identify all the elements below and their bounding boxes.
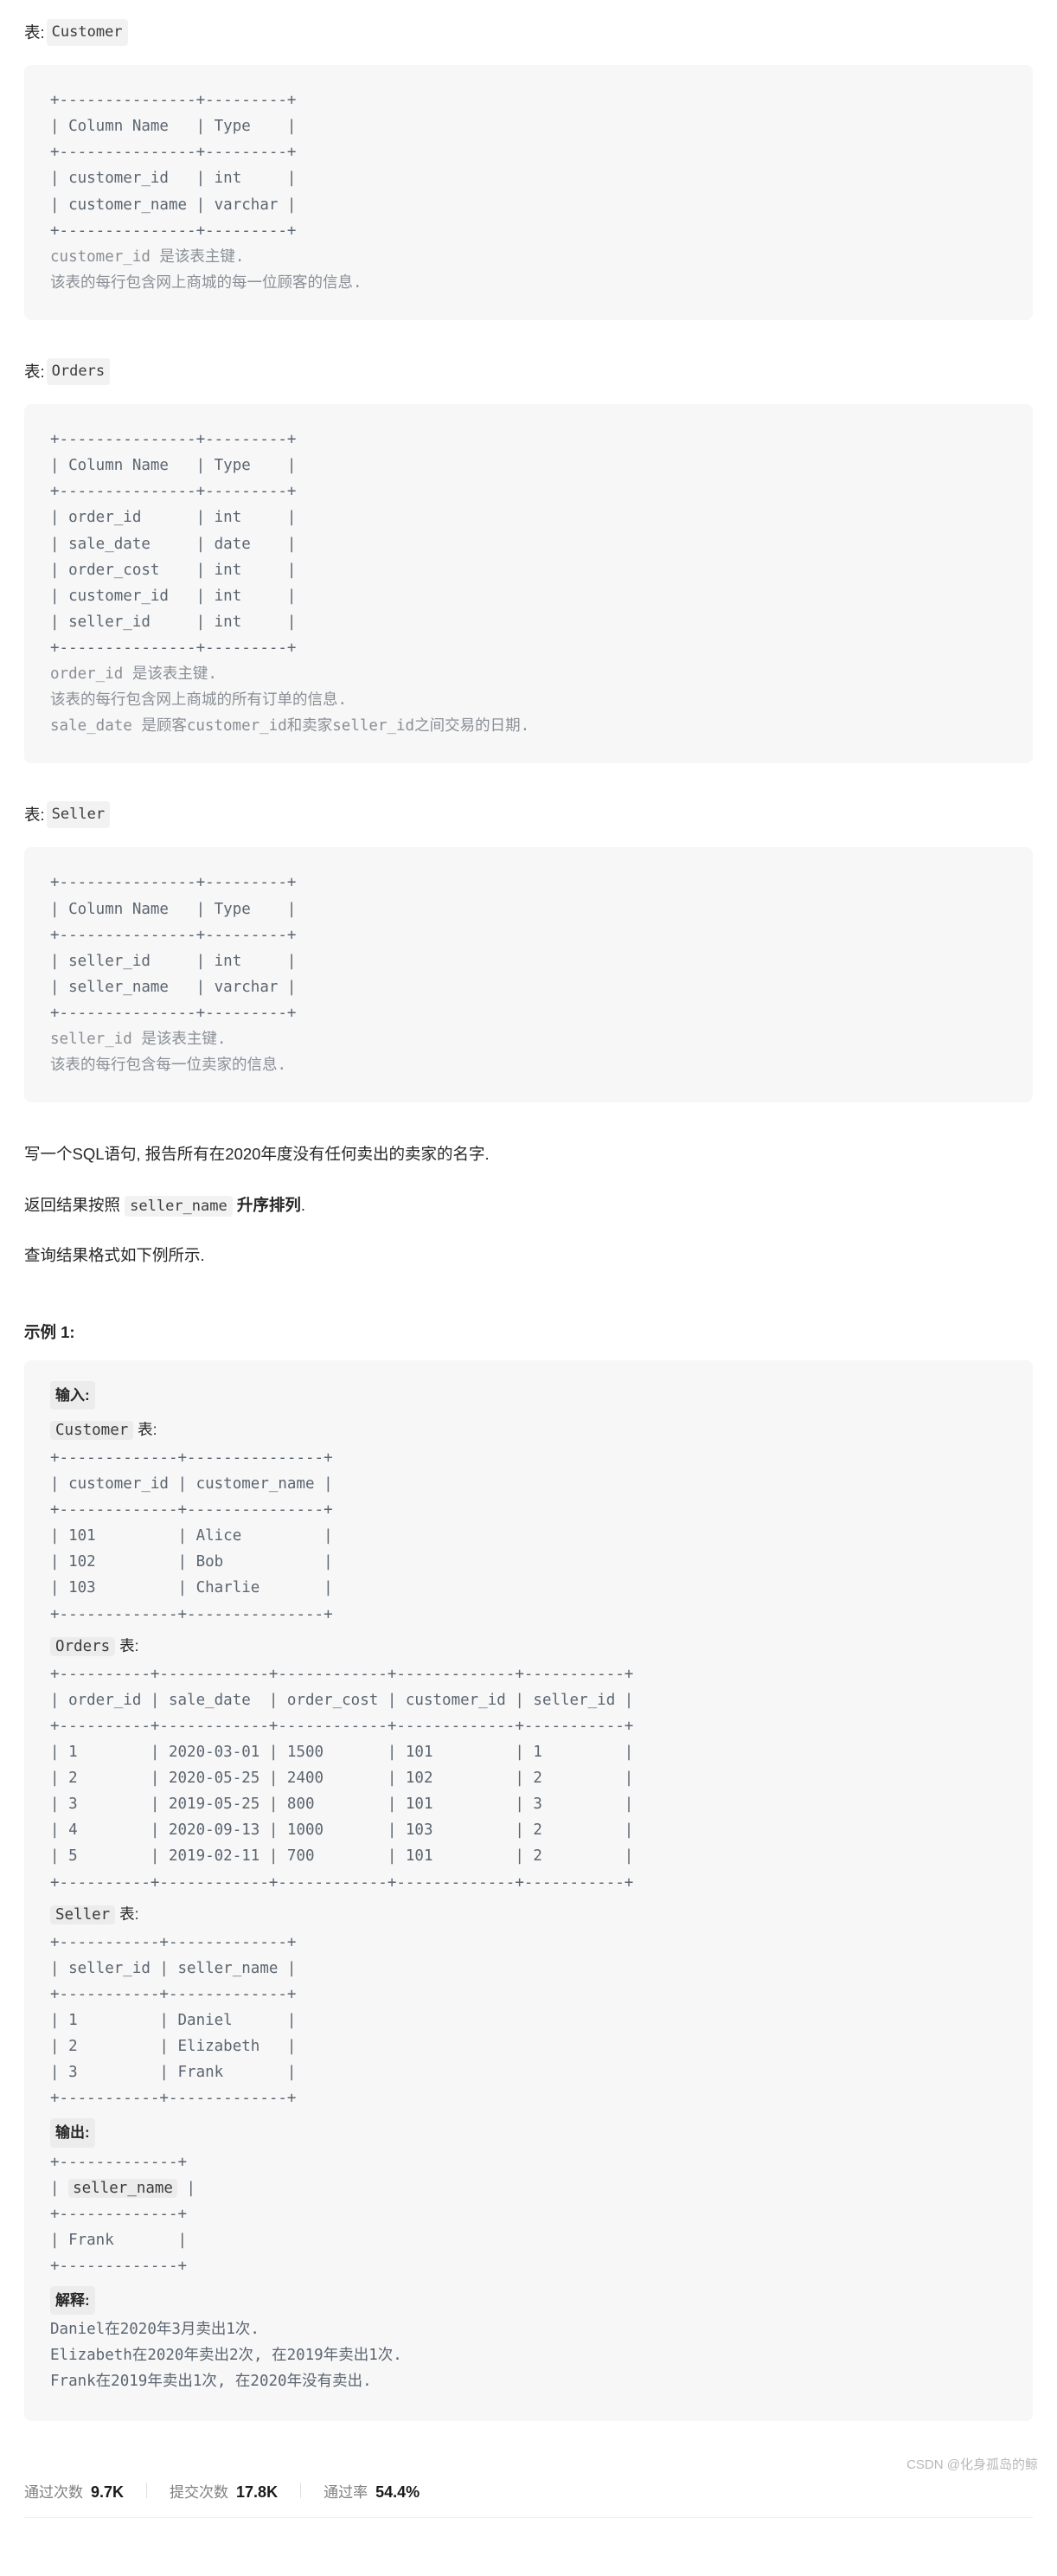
example-seller-table-line: Seller 表: <box>50 1901 1007 1928</box>
example-orders-ascii: +----------+------------+------------+--… <box>50 1665 634 1892</box>
table-caption-seller: 表: Seller <box>24 801 1033 829</box>
example-output-label-row: 输出: <box>50 2118 1007 2149</box>
table-caption-colon-seller: : <box>40 806 45 825</box>
table-caption-customer: 表: Customer <box>24 19 1033 47</box>
example-explain-label-row: 解释: <box>50 2286 1007 2316</box>
schema-block-seller: +---------------+---------+ | Column Nam… <box>24 847 1033 1103</box>
schema-ascii-orders: +---------------+---------+ | Column Nam… <box>50 431 297 657</box>
order-note-suffix: . <box>300 1195 306 1214</box>
example-seller-table-suffix: 表: <box>115 1905 139 1923</box>
table-caption-prefix-customer: 表 <box>24 22 41 42</box>
stat-divider-2 <box>300 2483 302 2499</box>
stat-acceptance-rate: 通过率 54.4% <box>324 2480 420 2502</box>
output-header-pre: | <box>50 2179 69 2197</box>
table-caption-colon-orders: : <box>40 362 45 381</box>
stat-accepted: 通过次数 9.7K <box>24 2480 124 2502</box>
table-caption-colon-customer: : <box>40 22 45 42</box>
table-name-seller: Seller <box>46 801 111 829</box>
example-block: 输入: Customer 表: +-------------+---------… <box>24 1359 1033 2421</box>
schema-notes-orders: order_id 是该表主键. 该表的每行包含网上商城的所有订单的信息. sal… <box>50 665 530 736</box>
problem-content: 表: Customer +---------------+---------+ … <box>0 0 1057 2421</box>
example-input-label: 输入: <box>50 1380 95 1410</box>
stat-submissions-label: 提交次数 <box>170 2483 229 2501</box>
schema-block-orders: +---------------+---------+ | Column Nam… <box>24 404 1033 764</box>
stat-acceptance-rate-label: 通过率 <box>324 2483 368 2501</box>
example-customer-table-name: Customer <box>50 1420 134 1440</box>
table-caption-orders: 表: Orders <box>24 357 1033 386</box>
stat-accepted-value: 9.7K <box>91 2483 125 2501</box>
example-customer-ascii: +-------------+---------------+ | custom… <box>50 1449 333 1623</box>
schema-notes-seller: seller_id 是该表主键. 该表的每行包含每一位卖家的信息. <box>50 1031 287 1075</box>
example-orders-table-name: Orders <box>50 1636 116 1656</box>
problem-statement: 写一个SQL语句, 报告所有在2020年度没有任何卖出的卖家的名字. <box>24 1145 490 1164</box>
stats-bar: 通过次数 9.7K 提交次数 17.8K 通过率 54.4% <box>24 2466 1033 2518</box>
table-name-customer: Customer <box>46 19 128 47</box>
example-orders-table-suffix: 表: <box>115 1636 139 1654</box>
schema-ascii-seller: +---------------+---------+ | Column Nam… <box>50 874 297 1022</box>
example-customer-table-line: Customer 表: <box>50 1416 1007 1443</box>
stats-wrapper: 通过次数 9.7K 提交次数 17.8K 通过率 54.4% <box>0 2466 1057 2518</box>
output-header-column: seller_name <box>68 2178 177 2198</box>
stat-acceptance-rate-value: 54.4% <box>375 2483 420 2501</box>
schema-ascii-customer: +---------------+---------+ | Column Nam… <box>50 92 297 240</box>
output-top-border: +-------------+ <box>50 2153 188 2171</box>
stat-submissions-value: 17.8K <box>236 2483 279 2501</box>
example-seller-ascii: +-----------+-------------+ | seller_id … <box>50 1933 297 2108</box>
example-customer-table-suffix: 表: <box>133 1420 157 1438</box>
schema-block-customer: +---------------+---------+ | Column Nam… <box>24 65 1033 320</box>
output-rest: +-------------+ | Frank | +-------------… <box>50 2205 188 2275</box>
order-note-prefix: 返回结果按照 <box>24 1195 125 1214</box>
stat-submissions: 提交次数 17.8K <box>170 2480 278 2502</box>
schema-notes-customer: customer_id 是该表主键. 该表的每行包含网上商城的每一位顾客的信息. <box>50 247 362 292</box>
example-explain-lines: Daniel在2020年3月卖出1次. Elizabeth在2020年卖出2次,… <box>50 2321 402 2391</box>
example-title: 示例 1: <box>24 1322 75 1341</box>
problem-format-note: 查询结果格式如下例所示. <box>24 1246 205 1265</box>
problem-order-note: 返回结果按照 seller_name 升序排列. <box>24 1192 1033 1220</box>
stat-divider-1 <box>146 2483 148 2499</box>
example-output-ascii: +-------------+ | seller_name | +-------… <box>50 2149 1007 2279</box>
order-note-column: seller_name <box>125 1195 233 1217</box>
table-name-orders: Orders <box>46 357 111 386</box>
example-input-label-row: 输入: <box>50 1380 1007 1411</box>
table-caption-prefix-orders: 表 <box>24 362 41 381</box>
example-orders-table-line: Orders 表: <box>50 1633 1007 1660</box>
problem-page: 表: Customer +---------------+---------+ … <box>0 0 1057 2518</box>
example-explain-label: 解释: <box>50 2286 95 2316</box>
stat-accepted-label: 通过次数 <box>24 2483 83 2501</box>
output-header-post: | <box>176 2179 196 2197</box>
order-note-bold: 升序排列 <box>236 1195 301 1214</box>
watermark: CSDN @化身孤岛的鲸 <box>906 2457 1038 2472</box>
example-seller-table-name: Seller <box>50 1905 116 1924</box>
example-output-label: 输出: <box>50 2118 95 2148</box>
table-caption-prefix-seller: 表 <box>24 806 41 825</box>
